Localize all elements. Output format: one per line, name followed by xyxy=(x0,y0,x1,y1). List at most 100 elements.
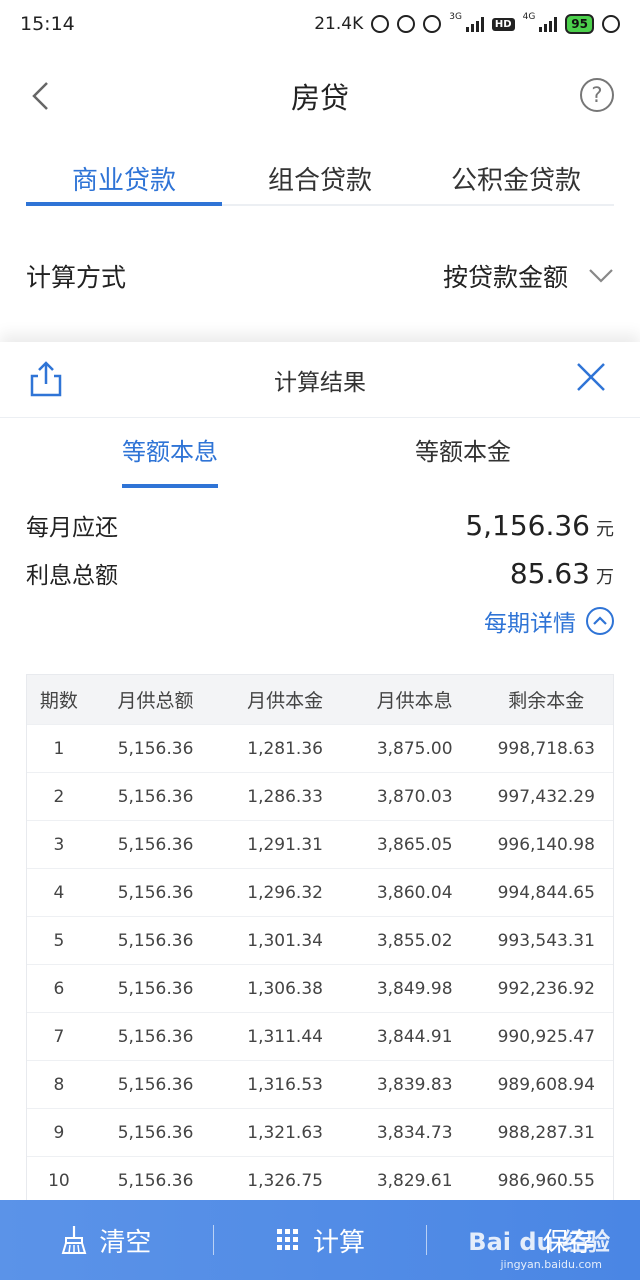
total-interest-unit: 万 xyxy=(596,567,614,588)
cell-monthly-total: 5,156.36 xyxy=(117,1122,194,1143)
repayment-schedule-table: 期数 月供总额 月供本金 月供本息 剩余本金 1 5,156.36 1,281.36… xyxy=(26,674,614,1206)
cell-monthly-principal: 1,326.75 xyxy=(247,1170,323,1191)
help-button[interactable]: ? xyxy=(580,78,614,112)
back-button[interactable] xyxy=(20,76,60,116)
network-speed: 21.4K xyxy=(314,14,364,34)
repayment-method-tabs: 等额本息 等额本金 xyxy=(0,432,640,488)
close-icon xyxy=(577,363,605,391)
hd-badge: HD xyxy=(491,17,515,31)
cell-period: 10 xyxy=(48,1170,70,1191)
table-row: 9 5,156.36 1,321.63 3,834.73 988,287.31 xyxy=(27,1109,613,1157)
cell-monthly-principal: 1,301.34 xyxy=(247,930,323,951)
table-row: 7 5,156.36 1,311.44 3,844.91 990,925.47 xyxy=(27,1013,613,1061)
total-interest-amount: 85.63 万 xyxy=(510,557,614,590)
navigation-bar: 房贷 ? xyxy=(0,60,640,132)
result-sheet: 计算结果 等额本息 等额本金 每月应还 5,156.36 元 利息总额 85.63… xyxy=(0,342,640,1280)
cell-monthly-interest: 3,834.73 xyxy=(376,1122,453,1143)
cell-monthly-total: 5,156.36 xyxy=(117,1026,194,1047)
net1-label: 3G xyxy=(449,12,462,22)
sync-icon xyxy=(371,15,390,33)
calc-method-select[interactable]: 按贷款金额 xyxy=(443,258,614,294)
cell-period: 5 xyxy=(53,930,65,951)
cell-monthly-total: 5,156.36 xyxy=(117,930,194,951)
header-monthly-interest: 月供本息 xyxy=(376,690,453,712)
cell-period: 6 xyxy=(53,978,65,999)
result-sheet-header: 计算结果 xyxy=(0,342,640,418)
chevron-left-icon xyxy=(32,82,48,110)
battery-icon: 95 xyxy=(565,14,594,34)
status-icons: 21.4K 3G HD 4G 95 xyxy=(314,12,620,34)
cell-remaining-principal: 997,432.29 xyxy=(497,786,595,807)
share-icon xyxy=(30,361,62,397)
cell-remaining-principal: 994,844.65 xyxy=(497,882,595,903)
cell-remaining-principal: 993,543.31 xyxy=(497,930,595,951)
table-row: 2 5,156.36 1,286.33 3,870.03 997,432.29 xyxy=(27,773,613,821)
status-bar: 15:14 21.4K 3G HD 4G 95 xyxy=(0,0,640,48)
close-button[interactable] xyxy=(574,360,614,400)
monthly-payment-unit: 元 xyxy=(596,519,614,540)
cell-remaining-principal: 986,960.55 xyxy=(497,1170,595,1191)
cell-monthly-principal: 1,286.33 xyxy=(247,786,323,807)
cell-period: 4 xyxy=(53,882,65,903)
cell-monthly-total: 5,156.36 xyxy=(117,738,194,759)
signal-icon-2 xyxy=(539,16,558,32)
chevron-up-circle-icon xyxy=(586,607,614,635)
baidu-watermark: Bai du 经验 xyxy=(468,1228,610,1256)
cell-period: 1 xyxy=(53,738,65,759)
cell-monthly-principal: 1,296.32 xyxy=(247,882,323,903)
cell-period: 9 xyxy=(53,1122,65,1143)
cell-period: 3 xyxy=(53,834,65,855)
cell-monthly-principal: 1,311.44 xyxy=(247,1026,323,1047)
header-monthly-principal: 月供本金 xyxy=(247,690,324,712)
cell-monthly-interest: 3,844.91 xyxy=(376,1026,453,1047)
monthly-payment-amount: 5,156.36 元 xyxy=(465,509,614,542)
table-row: 3 5,156.36 1,291.31 3,865.05 996,140.98 xyxy=(27,821,613,869)
grid-dots-icon xyxy=(277,1229,298,1250)
clear-label: 清空 xyxy=(99,1227,152,1258)
calc-method-row[interactable]: 计算方式 按贷款金额 xyxy=(26,244,614,308)
cell-remaining-principal: 989,608.94 xyxy=(497,1074,595,1095)
dnd-icon xyxy=(397,15,416,33)
cell-monthly-interest: 3,839.83 xyxy=(376,1074,453,1095)
table-header-row: 期数 月供总额 月供本金 月供本息 剩余本金 xyxy=(27,675,613,725)
total-interest-row: 利息总额 85.63 万 xyxy=(26,556,614,590)
cell-monthly-total: 5,156.36 xyxy=(117,834,194,855)
table-row: 6 5,156.36 1,306.38 3,849.98 992,236.92 xyxy=(27,965,613,1013)
cell-monthly-interest: 3,865.05 xyxy=(376,834,453,855)
tab-equal-principal[interactable]: 等额本金 xyxy=(415,432,511,488)
cell-monthly-interest: 3,870.03 xyxy=(376,786,453,807)
header-period: 期数 xyxy=(39,690,78,712)
table-row: 4 5,156.36 1,296.32 3,860.04 994,844.65 xyxy=(27,869,613,917)
header-remaining-principal: 剩余本金 xyxy=(508,690,585,712)
calculate-button[interactable]: 计算 xyxy=(214,1200,427,1280)
page-title: 房贷 xyxy=(290,81,349,115)
baidu-watermark-url: jingyan.baidu.com xyxy=(500,1258,602,1271)
tab-commercial-loan[interactable]: 商业贷款 xyxy=(26,148,222,206)
cell-period: 8 xyxy=(53,1074,65,1095)
table-row: 1 5,156.36 1,281.36 3,875.00 998,718.63 xyxy=(27,725,613,773)
cell-remaining-principal: 998,718.63 xyxy=(497,738,595,759)
table-row: 8 5,156.36 1,316.53 3,839.83 989,608.94 xyxy=(27,1061,613,1109)
net2-label: 4G xyxy=(522,12,536,22)
chevron-down-icon xyxy=(589,269,613,283)
loan-type-tabs: 商业贷款 组合贷款 公积金贷款 xyxy=(26,148,614,206)
share-button[interactable] xyxy=(28,360,68,400)
calc-method-value: 按贷款金额 xyxy=(442,263,568,292)
result-title: 计算结果 xyxy=(274,369,366,396)
cell-period: 7 xyxy=(53,1026,65,1047)
clear-button[interactable]: 清空 xyxy=(0,1200,213,1280)
signal-icon-1 xyxy=(465,16,484,32)
monthly-payment-value: 5,156.36 xyxy=(465,509,590,542)
monthly-payment-row: 每月应还 5,156.36 元 xyxy=(26,508,614,542)
tab-provident-fund-loan[interactable]: 公积金贷款 xyxy=(418,148,614,204)
charging-icon xyxy=(602,15,620,33)
total-interest-value: 85.63 xyxy=(509,557,590,590)
cell-remaining-principal: 996,140.98 xyxy=(497,834,595,855)
period-detail-toggle[interactable]: 每期详情 xyxy=(484,604,614,638)
tab-equal-installment[interactable]: 等额本息 xyxy=(122,432,218,488)
cell-monthly-principal: 1,306.38 xyxy=(247,978,323,999)
question-icon: ? xyxy=(591,83,603,107)
tab-combined-loan[interactable]: 组合贷款 xyxy=(222,148,418,204)
cell-monthly-total: 5,156.36 xyxy=(117,882,194,903)
cell-remaining-principal: 988,287.31 xyxy=(497,1122,595,1143)
